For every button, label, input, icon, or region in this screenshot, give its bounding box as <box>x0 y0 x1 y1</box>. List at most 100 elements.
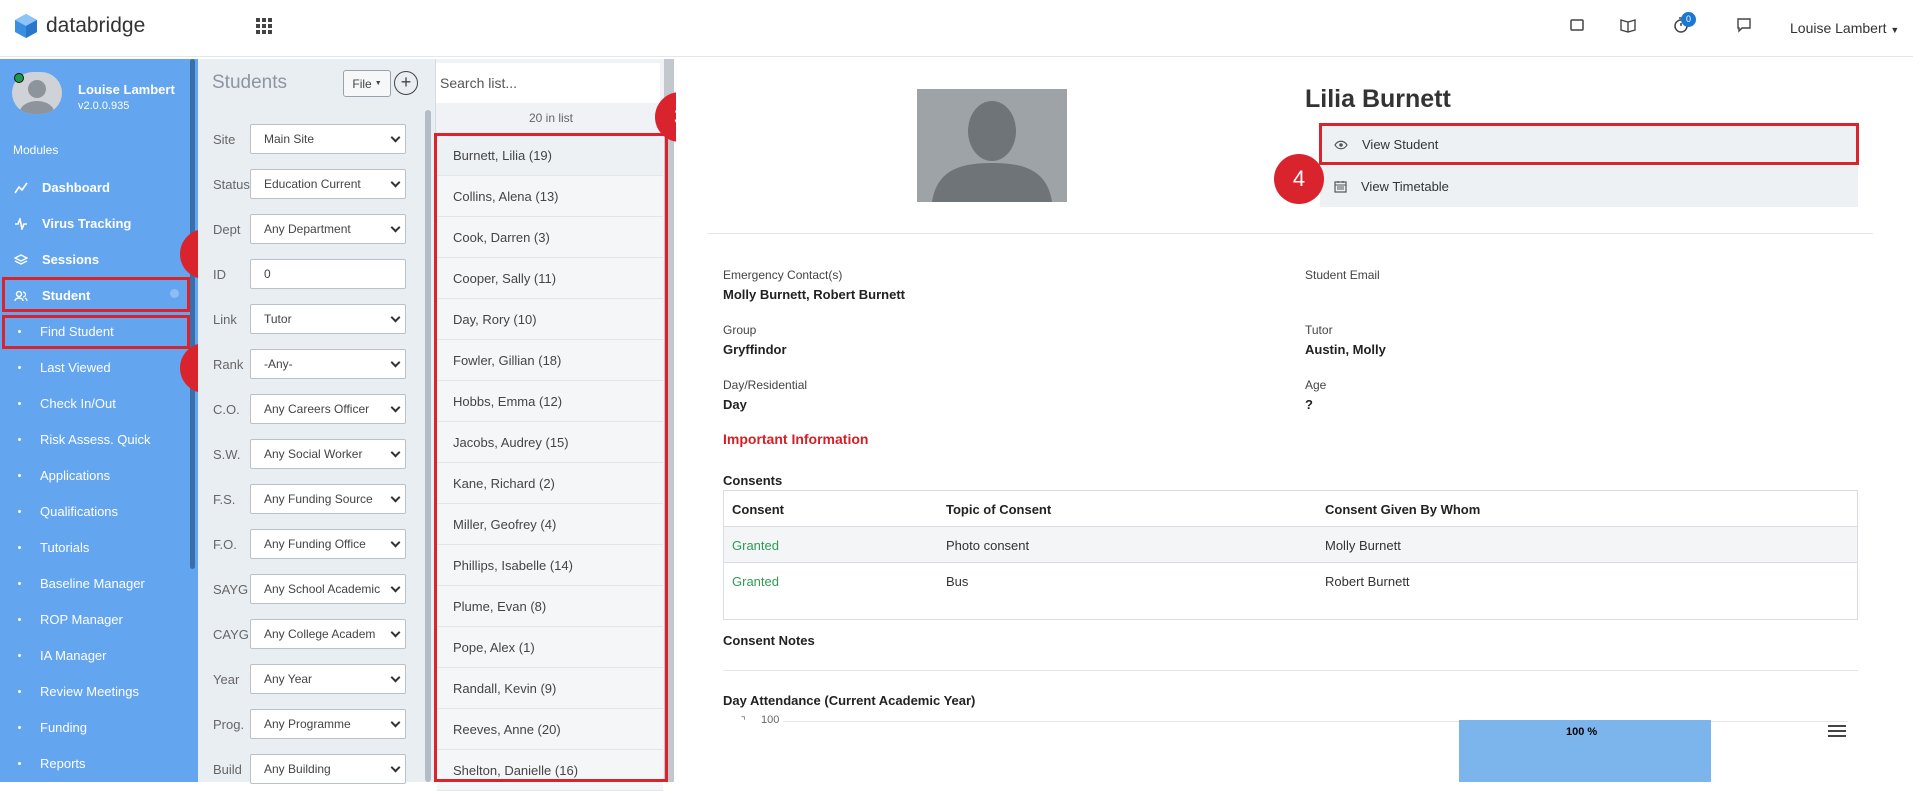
chevron-down-icon <box>390 492 401 503</box>
filter-select-status[interactable]: Education Current <box>250 169 406 199</box>
sidebar-item-label: Review Meetings <box>40 684 139 699</box>
filter-select-rank[interactable]: -Any- <box>250 349 406 379</box>
caret-down-icon: ▼ <box>1890 25 1900 35</box>
filter-select-year[interactable]: Any Year <box>250 664 406 694</box>
filter-label: S.W. <box>213 447 241 462</box>
search-input[interactable]: Search list... <box>436 63 660 103</box>
filter-value: -Any- <box>264 357 293 371</box>
sidebar-item-dashboard[interactable]: Dashboard <box>0 171 190 204</box>
filter-value: 0 <box>264 267 271 281</box>
bullet-icon <box>18 726 21 729</box>
sidebar-subitem-funding[interactable]: Funding <box>0 711 190 744</box>
calendar-icon <box>1334 181 1347 193</box>
sidebar <box>0 59 198 782</box>
chart-icon: ⌝ <box>741 716 746 727</box>
filter-select-build[interactable]: Any Building <box>250 754 406 784</box>
filter-label: Status <box>213 177 250 192</box>
sidebar-subitem-ia-manager[interactable]: IA Manager <box>0 639 190 672</box>
notification-badge: 0 <box>1681 12 1696 27</box>
filter-select-cayg[interactable]: Any College Academ <box>250 619 406 649</box>
add-student-button[interactable]: + <box>394 71 418 95</box>
sidebar-subitem-applications[interactable]: Applications <box>0 459 190 492</box>
filter-value: Any Building <box>264 762 331 776</box>
book-icon[interactable] <box>1619 16 1637 34</box>
filter-value: Any Funding Source <box>264 492 373 506</box>
sidebar-item-virus-tracking[interactable]: Virus Tracking <box>0 207 190 240</box>
sidebar-subitem-last-viewed[interactable]: Last Viewed <box>0 351 190 384</box>
sidebar-item-label: IA Manager <box>40 648 107 663</box>
app-logo[interactable]: databridge <box>14 13 145 39</box>
filter-label: F.O. <box>213 537 237 552</box>
sidebar-item-label: Qualifications <box>40 504 119 519</box>
group-value: Gryffindor <box>723 342 787 357</box>
filter-select-link[interactable]: Tutor <box>250 304 406 334</box>
age-label: Age <box>1305 378 1327 392</box>
filter-scrollbar[interactable] <box>425 110 431 782</box>
filter-label: F.S. <box>213 492 236 507</box>
caret-down-icon: ▼ <box>374 80 382 87</box>
highlight-find-student <box>2 315 190 349</box>
filter-select-f-o[interactable]: Any Funding Office <box>250 529 406 559</box>
sidebar-subitem-review-meetings[interactable]: Review Meetings <box>0 675 190 708</box>
sidebar-subitem-check-in-out[interactable]: Check In/Out <box>0 387 190 420</box>
sidebar-subitem-rop-manager[interactable]: ROP Manager <box>0 603 190 636</box>
filter-select-prog[interactable]: Any Programme <box>250 709 406 739</box>
column-header: Consent <box>732 502 784 517</box>
chevron-down-icon <box>390 312 401 323</box>
filter-select-c-o[interactable]: Any Careers Officer <box>250 394 406 424</box>
filter-label: CAYG <box>213 627 249 642</box>
filter-select-site[interactable]: Main Site <box>250 124 406 154</box>
bullet-icon <box>18 366 21 369</box>
sidebar-subitem-qualifications[interactable]: Qualifications <box>0 495 190 528</box>
filter-label: Link <box>213 312 237 327</box>
filter-label: Rank <box>213 357 244 372</box>
apps-grid-icon[interactable] <box>256 18 272 34</box>
filter-value: Any Careers Officer <box>264 402 370 416</box>
sidebar-item-label: Funding <box>40 720 87 735</box>
sidebar-subitem-baseline-manager[interactable]: Baseline Manager <box>0 567 190 600</box>
filter-label: SAYG <box>213 582 249 597</box>
consent-status: Granted <box>732 574 779 589</box>
sidebar-scrollbar[interactable] <box>190 59 195 569</box>
consent-notes-heading: Consent Notes <box>723 633 815 648</box>
sidebar-subitem-risk-assess-quick[interactable]: Risk Assess. Quick <box>0 423 190 456</box>
sidebar-item-sessions[interactable]: Sessions <box>0 243 190 276</box>
sidebar-subitem-reports[interactable]: Reports <box>0 747 190 780</box>
filter-label: ID <box>213 267 226 282</box>
tablet-icon[interactable] <box>1569 16 1585 34</box>
filter-select-s-w[interactable]: Any Social Worker <box>250 439 406 469</box>
id-input[interactable]: 0 <box>250 259 406 289</box>
bullet-icon <box>18 654 21 657</box>
profile-name: Louise Lambert <box>78 82 175 97</box>
consent-topic: Photo consent <box>946 538 1030 553</box>
day-residential-value: Day <box>723 397 747 412</box>
bullet-icon <box>18 618 21 621</box>
sidebar-item-label: Last Viewed <box>40 360 111 375</box>
sidebar-item-label: Sessions <box>42 252 100 267</box>
chevron-down-icon <box>390 447 401 458</box>
view-timetable-button[interactable]: View Timetable <box>1320 166 1858 207</box>
sidebar-item-label: ROP Manager <box>40 612 123 627</box>
y-axis-tick: 100 <box>761 714 780 726</box>
chat-icon[interactable] <box>1736 16 1752 34</box>
filter-select-sayg[interactable]: Any School Academic <box>250 574 406 604</box>
sidebar-subitem-tutorials[interactable]: Tutorials <box>0 531 190 564</box>
attendance-bar-label: 100 % <box>1566 726 1598 738</box>
chevron-down-icon <box>390 402 401 413</box>
modules-heading: Modules <box>13 143 59 157</box>
user-menu[interactable]: Louise Lambert ▼ <box>1790 20 1899 36</box>
filter-select-f-s[interactable]: Any Funding Source <box>250 484 406 514</box>
filter-label: Site <box>213 132 236 147</box>
chevron-down-icon <box>390 177 401 188</box>
divider <box>723 670 1858 671</box>
filter-label: Dept <box>213 222 241 237</box>
chart-menu-icon[interactable] <box>1828 725 1846 740</box>
sidebar-item-label: Baseline Manager <box>40 576 145 591</box>
profile-version: v2.0.0.935 <box>78 100 130 112</box>
file-menu-button[interactable]: File ▼ <box>343 70 391 97</box>
emergency-contact-label: Emergency Contact(s) <box>723 268 843 282</box>
layers-icon <box>14 253 28 265</box>
filter-select-dept[interactable]: Any Department <box>250 214 406 244</box>
view-timetable-label: View Timetable <box>1361 179 1449 194</box>
filter-value: Any College Academ <box>264 627 376 641</box>
